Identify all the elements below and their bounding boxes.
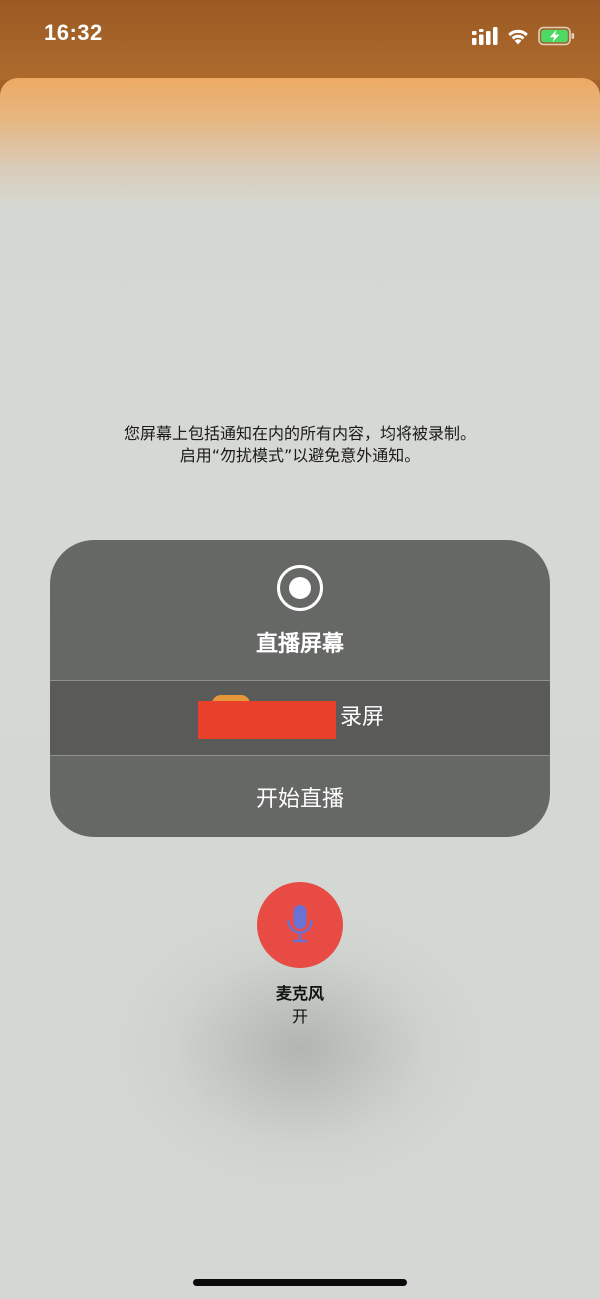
recording-notice-line-1: 您屏幕上包括通知在内的所有内容，均将被录制。 — [123, 424, 476, 443]
broadcast-menu: 直播屏幕 录屏 开始直播 — [50, 540, 550, 837]
status-icons — [472, 24, 576, 48]
home-indicator[interactable] — [193, 1279, 407, 1286]
option-screen-record[interactable]: 录屏 — [50, 681, 550, 755]
microphone-icon — [287, 905, 313, 943]
broadcast-menu-header: 直播屏幕 — [50, 540, 550, 680]
start-broadcast-label: 开始直播 — [255, 786, 344, 812]
record-icon — [277, 565, 323, 611]
microphone-label: 麦克风 — [275, 984, 324, 1003]
microphone-toggle[interactable] — [257, 882, 343, 968]
microphone-state: 开 — [291, 1007, 308, 1026]
wifi-icon — [508, 29, 528, 45]
screen-broadcast-sheet: 您屏幕上包括通知在内的所有内容，均将被录制。 启用“勿扰模式”以避免意外通知。 … — [0, 78, 600, 1299]
option-screen-record-label: 录屏 — [340, 705, 385, 730]
recording-notice-line-2: 启用“勿扰模式”以避免意外通知。 — [179, 446, 421, 465]
recording-notice: 您屏幕上包括通知在内的所有内容，均将被录制。 启用“勿扰模式”以避免意外通知。 — [0, 423, 600, 467]
broadcast-menu-title: 直播屏幕 — [255, 632, 344, 657]
redaction-block — [198, 701, 336, 739]
start-broadcast-button[interactable]: 开始直播 — [50, 756, 550, 837]
battery-charging-icon — [538, 26, 575, 46]
cellular-signal-icon — [472, 27, 498, 45]
status-time: 16:32 — [44, 20, 103, 45]
status-bar: 16:32 — [0, 0, 600, 80]
